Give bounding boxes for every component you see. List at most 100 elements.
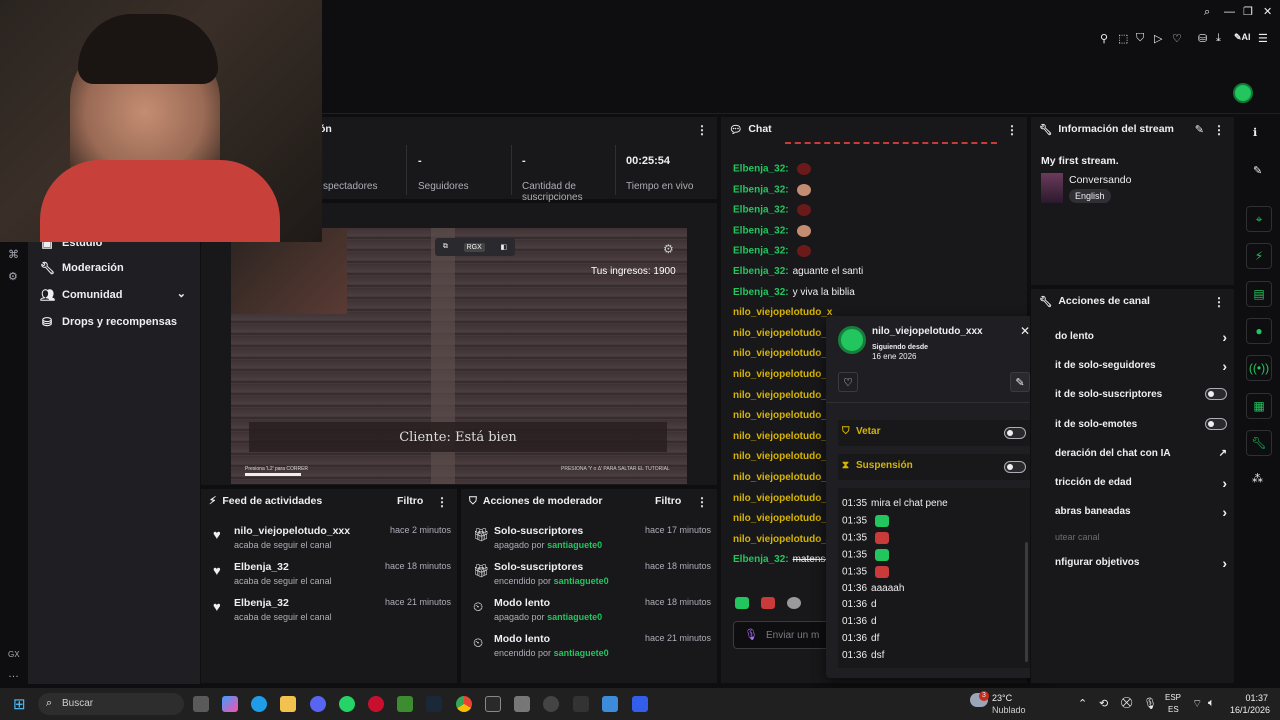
- mic-icon[interactable]: 🎙︎: [744, 628, 758, 641]
- more-options-icon[interactable]: ⋮: [696, 495, 708, 509]
- wrench-button[interactable]: 🔧︎: [1246, 430, 1272, 456]
- action-banned-words[interactable]: abras baneadas ›: [1055, 504, 1227, 520]
- chevron-up-icon[interactable]: ⌃: [1078, 697, 1087, 710]
- chrome-icon[interactable]: [456, 696, 472, 712]
- roblox-icon[interactable]: [632, 696, 648, 712]
- download-icon[interactable]: ⤓: [1216, 32, 1221, 45]
- more-options-icon[interactable]: ⋮: [436, 495, 448, 509]
- screenshot-icon[interactable]: ⬚: [1118, 32, 1128, 45]
- minecraft-icon[interactable]: [397, 696, 413, 712]
- app-icon[interactable]: [573, 696, 589, 712]
- chat-username[interactable]: Elbenja_32:: [733, 266, 789, 277]
- action-age-restriction[interactable]: tricción de edad ›: [1055, 475, 1227, 491]
- chat-username[interactable]: nilo_viejopelotudo_x: [733, 513, 832, 524]
- pin-icon[interactable]: ⚲: [1100, 32, 1108, 45]
- discord-icon[interactable]: [310, 696, 326, 712]
- chat-username[interactable]: nilo_viejopelotudo_x: [733, 369, 832, 380]
- chat-username[interactable]: Elbenja_32:: [733, 287, 789, 298]
- heart-icon[interactable]: ♡: [1172, 32, 1182, 45]
- chat-username[interactable]: Elbenja_32:: [733, 225, 789, 236]
- chat-username[interactable]: Elbenja_32:: [733, 205, 789, 216]
- chat-username[interactable]: nilo_viejopelotudo_x: [733, 307, 832, 318]
- edit-icon[interactable]: ✎: [1195, 123, 1204, 136]
- play-icon[interactable]: ▷: [1154, 32, 1162, 45]
- more-options-icon[interactable]: ⋮: [1213, 123, 1225, 137]
- action-ai-moderation[interactable]: deración del chat con IA ↗: [1055, 448, 1227, 459]
- obs-icon[interactable]: [543, 696, 559, 712]
- broadcast-button[interactable]: ((•)): [1246, 355, 1272, 381]
- chat-username[interactable]: nilo_viejopelotudo_x: [733, 431, 832, 442]
- tray-app-icon[interactable]: ⟲: [1099, 697, 1108, 710]
- chat-username[interactable]: Elbenja_32:: [733, 246, 789, 257]
- action-raid-channel[interactable]: utear canal: [1055, 532, 1227, 542]
- chat-username[interactable]: nilo_viejopelotudo_x: [733, 451, 832, 462]
- notes-button[interactable]: ▤: [1246, 281, 1272, 307]
- wallet-icon[interactable]: ⛁: [1198, 32, 1207, 45]
- chat-username[interactable]: Elbenja_32:: [733, 554, 789, 565]
- language-indicator[interactable]: ESP: [1165, 693, 1181, 702]
- app-icon[interactable]: [602, 696, 618, 712]
- chat-username[interactable]: nilo_viejopelotudo_x: [733, 472, 832, 483]
- action-goals[interactable]: nfigurar objetivos ›: [1055, 555, 1227, 571]
- usercard-username[interactable]: nilo_viejopelotudo_xxx: [872, 326, 983, 337]
- chat-username[interactable]: nilo_viejopelotudo_x: [733, 348, 832, 359]
- mod-filter-button[interactable]: Filtro: [655, 495, 681, 507]
- chat-username[interactable]: nilo_viejopelotudo_x: [733, 493, 832, 504]
- clock-time[interactable]: 01:37: [1228, 693, 1268, 703]
- more-options-icon[interactable]: ⋮: [1213, 295, 1225, 309]
- stream-manager-button[interactable]: ▦: [1246, 393, 1272, 419]
- tray-app-icon[interactable]: ⛒: [1121, 697, 1132, 710]
- app-icon[interactable]: [514, 696, 530, 712]
- sidebar-item-moderation[interactable]: 🔧︎ Moderación: [40, 261, 124, 275]
- clip-button[interactable]: ⌖: [1246, 206, 1272, 232]
- chat-username[interactable]: nilo_viejopelotudo_x: [733, 390, 832, 401]
- edge-icon[interactable]: [251, 696, 267, 712]
- feed-filter-button[interactable]: Filtro: [397, 495, 423, 507]
- link-icon[interactable]: ⌘: [8, 248, 19, 261]
- whatsapp-icon[interactable]: [339, 696, 355, 712]
- emote-icon[interactable]: [735, 597, 749, 609]
- category-name[interactable]: Conversando: [1069, 174, 1131, 186]
- action-followers-only[interactable]: it de solo-seguidores ›: [1055, 358, 1227, 374]
- volume-icon[interactable]: 🔈︎: [1208, 697, 1215, 710]
- opera-gx-icon[interactable]: [368, 696, 384, 712]
- edit-icon[interactable]: ✎: [1253, 164, 1262, 177]
- emotes-only-toggle[interactable]: [1205, 418, 1227, 430]
- chat-username[interactable]: nilo_viejopelotudo_x: [733, 534, 832, 545]
- taskbar-search[interactable]: ⌕ Buscar: [38, 693, 184, 715]
- theater-icon[interactable]: ◧: [501, 243, 508, 251]
- steam-icon[interactable]: [426, 696, 442, 712]
- close-window-icon[interactable]: ✕: [1263, 5, 1272, 18]
- wifi-icon[interactable]: ⌔: [1192, 697, 1202, 711]
- ban-toggle[interactable]: [1004, 427, 1026, 439]
- action-slow-mode[interactable]: do lento ›: [1055, 329, 1227, 345]
- avatar[interactable]: [1233, 83, 1253, 103]
- file-explorer-icon[interactable]: [280, 696, 296, 712]
- settings-icon[interactable]: ⚙: [8, 270, 18, 283]
- subs-only-toggle[interactable]: [1205, 388, 1227, 400]
- more-options-icon[interactable]: ⋮: [1006, 123, 1018, 137]
- ai-icon[interactable]: ✎AI: [1234, 32, 1251, 43]
- follow-button[interactable]: ♡: [838, 372, 858, 392]
- add-widget-icon[interactable]: ⁂: [1252, 472, 1263, 485]
- more-icon[interactable]: …: [8, 668, 19, 680]
- menu-icon[interactable]: ☰: [1258, 32, 1268, 45]
- chat-username[interactable]: Elbenja_32:: [733, 164, 789, 175]
- shield-icon[interactable]: ⛉: [1136, 32, 1144, 45]
- more-options-icon[interactable]: ⋮: [696, 123, 708, 137]
- chat-button[interactable]: ●: [1246, 318, 1272, 344]
- bolt-button[interactable]: ⚡︎: [1246, 243, 1272, 269]
- windows-start-icon[interactable]: ⊞: [13, 695, 26, 713]
- epic-games-icon[interactable]: [485, 696, 501, 712]
- copilot-icon[interactable]: [222, 696, 238, 712]
- stream-preview-video[interactable]: ⧉ RGX ◧ ⚙ Tus ingresos: 1900 Cliente: Es…: [231, 228, 687, 484]
- scrollbar[interactable]: [1025, 542, 1028, 662]
- task-view-icon[interactable]: [193, 696, 209, 712]
- timeout-toggle[interactable]: [1004, 461, 1026, 473]
- emote-icon[interactable]: [787, 597, 801, 609]
- minimize-icon[interactable]: —: [1224, 6, 1235, 18]
- mic-icon[interactable]: 🎙︎: [1143, 697, 1157, 710]
- close-icon[interactable]: ✕: [1020, 324, 1030, 338]
- sidebar-item-community[interactable]: 👥︎ Comunidad ⌄: [40, 288, 186, 302]
- sidebar-item-drops[interactable]: ⛁ Drops y recompensas: [40, 315, 177, 329]
